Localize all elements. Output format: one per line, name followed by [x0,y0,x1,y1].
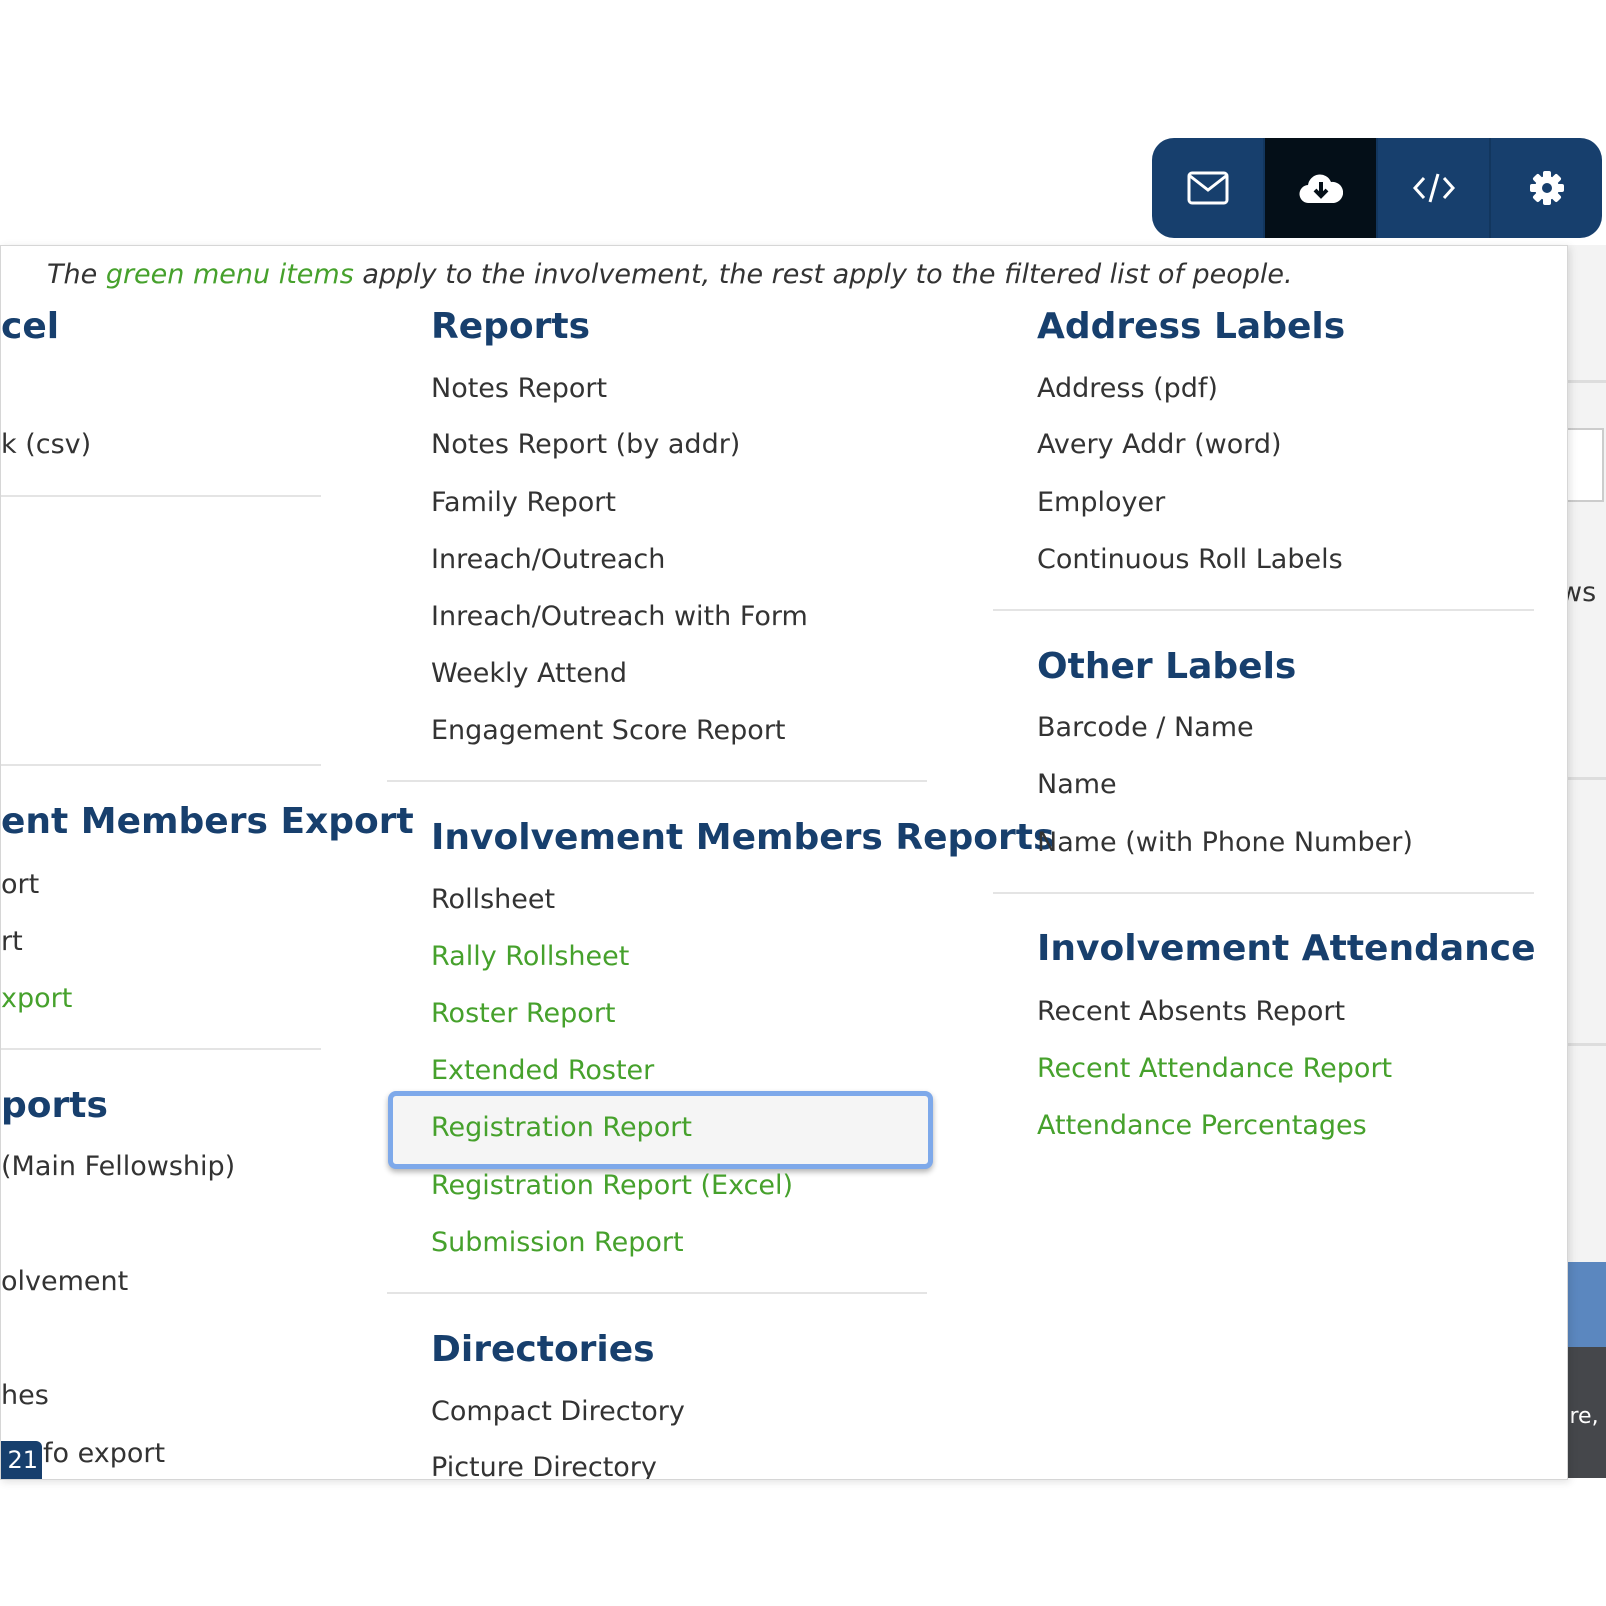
menu-item[interactable]: Picture Directory [431,1451,657,1479]
section-heading: Reports [431,306,591,347]
menu-item[interactable]: Name (with Phone Number) [1037,826,1413,860]
divider [993,609,1534,611]
menu-item[interactable]: Barcode / Name [1037,711,1254,745]
menu-item[interactable]: Inreach/Outreach [431,543,665,577]
menu-item[interactable]: xport [1,982,72,1016]
menu-item[interactable]: Inreach/Outreach with Form [431,600,808,634]
menu-item[interactable]: Compact Directory [431,1395,685,1429]
note-text: The [47,259,106,290]
divider [1,764,321,766]
divider [387,780,927,782]
note-text: apply to the involvement, the rest apply… [353,259,1293,290]
menu-item[interactable]: Extended Roster [431,1054,654,1088]
menu-item[interactable]: Attendance Percentages [1037,1109,1367,1143]
menu-item[interactable]: olvement [1,1265,128,1299]
section-heading: Involvement Members Reports [431,817,1055,858]
section-heading: ports [1,1085,108,1126]
section-heading: Directories [431,1329,655,1370]
menu-item[interactable]: Notes Report (by addr) [431,428,740,462]
menu-item-registration-report[interactable]: Registration Report [431,1111,692,1145]
menu-item[interactable]: Registration Report (Excel) [431,1169,793,1203]
menu-item[interactable]: Rally Rollsheet [431,940,629,974]
envelope-icon [1187,171,1228,205]
code-button[interactable] [1378,138,1491,238]
menu-item[interactable]: Engagement Score Report [431,714,786,748]
section-heading: Involvement Attendance [1037,928,1536,969]
menu-item[interactable]: (Main Fellowship) [1,1150,235,1184]
menu-item[interactable]: Employer [1037,486,1165,520]
divider [1,1048,321,1050]
menu-item[interactable]: rt [1,925,23,959]
gear-icon [1529,171,1564,205]
email-button[interactable] [1152,138,1265,238]
menu-item[interactable]: Weekly Attend [431,657,627,691]
section-heading: ent Members Export [1,801,414,842]
menu-item[interactable]: Avery Addr (word) [1037,428,1282,462]
menu-item[interactable]: Name [1037,768,1117,802]
menu-item[interactable]: Family Report [431,486,616,520]
menu-item[interactable]: ort [1,868,39,902]
divider [387,1292,927,1294]
code-icon [1412,173,1455,203]
menu-item[interactable]: fo export [43,1437,165,1471]
menu-item[interactable]: Roster Report [431,997,616,1031]
note-green-text: green menu items [105,259,354,290]
count-badge: 21 [1,1441,42,1479]
menu-item[interactable]: Address (pdf) [1037,372,1218,406]
menu-note: The green menu items apply to the involv… [47,256,1293,294]
download-menu: The green menu items apply to the involv… [0,245,1568,1480]
divider [993,892,1534,894]
menu-item[interactable]: Rollsheet [431,883,555,917]
menu-item[interactable]: k (csv) [1,428,91,462]
section-heading: Address Labels [1037,306,1346,347]
menu-item[interactable]: Recent Absents Report [1037,995,1345,1029]
menu-item[interactable]: Notes Report [431,372,607,406]
menu-item[interactable]: Continuous Roll Labels [1037,543,1343,577]
toolbar [1152,138,1602,238]
download-button[interactable] [1265,138,1378,238]
menu-item[interactable]: Recent Attendance Report [1037,1052,1392,1086]
cloud-download-icon [1299,174,1343,204]
divider [1,495,321,497]
menu-item[interactable]: Submission Report [431,1226,684,1260]
section-heading: cel [1,306,60,347]
settings-button[interactable] [1491,138,1602,238]
section-heading: Other Labels [1037,646,1297,687]
menu-item[interactable]: hes [1,1379,49,1413]
